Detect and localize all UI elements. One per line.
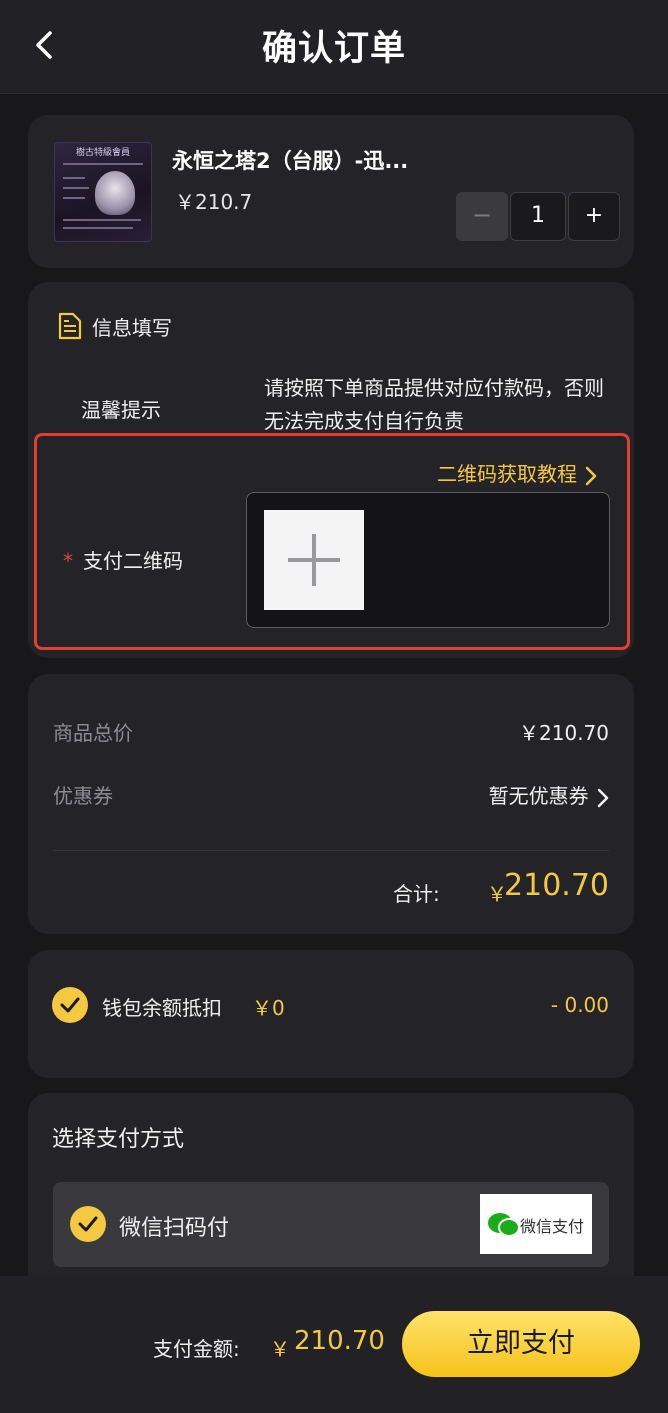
pay-amount-label: 支付金额:: [153, 1337, 240, 1361]
qr-guide-link-label: 二维码获取教程: [437, 462, 577, 486]
qr-field-label: * 支付二维码: [63, 545, 183, 574]
plus-icon: [312, 534, 316, 586]
wallet-balance: ￥0: [252, 996, 285, 1020]
payment-option-label: 微信扫码付: [119, 1216, 230, 1241]
qr-guide-link[interactable]: 二维码获取教程: [437, 458, 597, 487]
wechat-pay-logo-text: 微信支付: [520, 1217, 585, 1236]
coupon-label: 优惠券: [53, 784, 113, 808]
qr-upload-area: [246, 492, 610, 628]
subtotal-value: ￥210.70: [519, 721, 609, 745]
divider: [53, 850, 609, 851]
payment-option-wechat[interactable]: 微信扫码付 微信支付: [53, 1182, 609, 1267]
payment-title: 选择支付方式: [52, 1127, 185, 1152]
payment-option-radio[interactable]: [70, 1206, 106, 1242]
qr-upload-field: 二维码获取教程 * 支付二维码: [34, 433, 630, 650]
total-label: 合计:: [393, 882, 440, 906]
info-section-title: 信息填写: [92, 316, 172, 340]
thumbnail-decoration: [63, 187, 89, 189]
increase-quantity-button[interactable]: +: [568, 192, 620, 241]
product-thumbnail[interactable]: 樹古特級會員: [54, 142, 152, 242]
check-icon: [78, 1216, 98, 1232]
wallet-checkbox[interactable]: [52, 987, 88, 1023]
coupon-selector[interactable]: 暂无优惠券: [489, 780, 609, 809]
thumbnail-character: [95, 171, 135, 215]
product-card: 樹古特級會員 永恒之塔2（台服）-迅... ￥210.7 − 1 +: [28, 115, 634, 268]
pay-amount-value: 210.70: [294, 1326, 385, 1356]
chevron-right-icon: [597, 788, 609, 807]
qr-field-label-text: 支付二维码: [83, 549, 183, 573]
page-title: 确认订单: [261, 29, 406, 69]
subtotal-label: 商品总价: [53, 721, 133, 745]
quantity-input[interactable]: 1: [510, 192, 566, 241]
product-price: ￥210.7: [175, 190, 253, 214]
required-mark: *: [63, 549, 73, 573]
thumbnail-decoration: [63, 219, 141, 221]
product-name: 永恒之塔2（台服）-迅...: [172, 149, 409, 173]
wallet-deduction: - 0.00: [550, 993, 609, 1017]
top-bar: 确认订单: [0, 0, 668, 94]
upload-qr-button[interactable]: [264, 510, 364, 610]
tip-label: 温馨提示: [81, 398, 161, 422]
tip-text: 请按照下单商品提供对应付款码，否则无法完成支付自行负责: [264, 376, 604, 433]
thumbnail-decoration: [63, 227, 133, 229]
checkout-footer: 支付金额: ￥ 210.70 立即支付: [0, 1276, 668, 1413]
thumbnail-title: 樹古特級會員: [75, 148, 130, 158]
document-icon: [58, 312, 82, 340]
wallet-card: 钱包余额抵扣 ￥0 - 0.00: [28, 950, 634, 1078]
thumbnail-decoration: [63, 163, 143, 165]
pay-amount-currency: ￥: [270, 1337, 290, 1361]
check-icon: [60, 997, 80, 1013]
wechat-icon: [498, 1218, 520, 1237]
wechat-pay-logo: 微信支付: [480, 1194, 592, 1254]
coupon-value: 暂无优惠券: [488, 784, 589, 808]
chevron-right-icon: [585, 466, 597, 485]
price-summary-card: 商品总价 ￥210.70 优惠券 暂无优惠券 合计: ￥ 210.70: [28, 674, 634, 934]
wallet-label: 钱包余额抵扣: [102, 996, 222, 1020]
thumbnail-decoration: [63, 197, 85, 199]
pay-now-button[interactable]: 立即支付: [402, 1311, 640, 1377]
total-value: 210.70: [504, 868, 609, 903]
decrease-quantity-button[interactable]: −: [456, 192, 508, 241]
thumbnail-decoration: [63, 177, 85, 179]
